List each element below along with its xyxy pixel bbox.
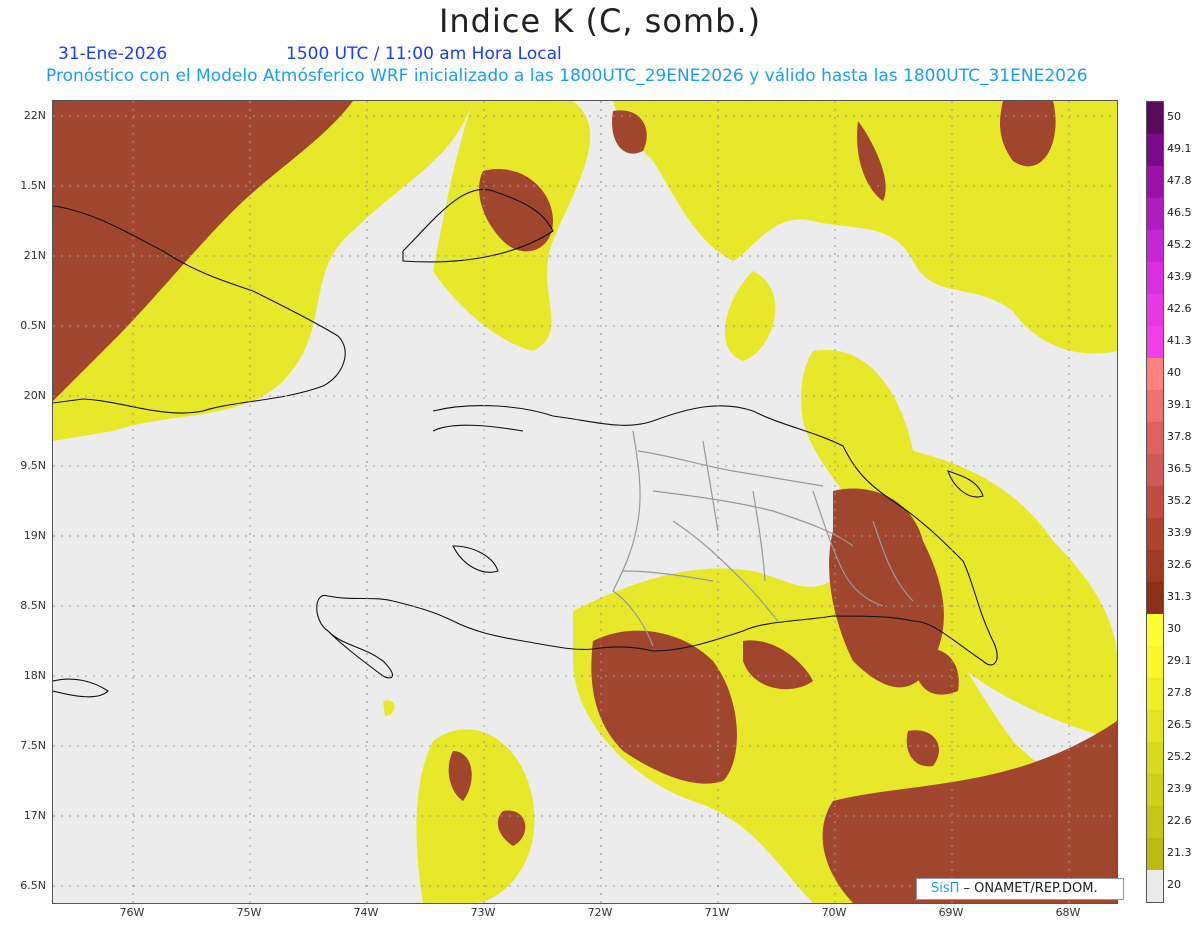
colorbar-label: 42.6 [1167, 302, 1192, 315]
lon-label: 75W [236, 906, 262, 919]
lat-label: 8.5N [20, 599, 46, 612]
lon-label: 74W [353, 906, 379, 919]
colorbar-label: 46.5 [1167, 206, 1192, 219]
lon-label: 76W [119, 906, 145, 919]
colorbar-swatch [1147, 262, 1163, 294]
lon-label: 71W [704, 906, 730, 919]
lat-label: 21N [23, 249, 46, 262]
lat-label: 1.5N [20, 179, 46, 192]
colorbar-label: 22.6 [1167, 814, 1192, 827]
valid-date: 31-Ene-2026 [58, 44, 168, 64]
colorbar-swatch [1147, 454, 1163, 486]
colorbar-label: 40 [1167, 366, 1181, 379]
colorbar-label: 47.8 [1167, 174, 1192, 187]
lon-label: 69W [938, 906, 964, 919]
lat-label: 6.5N [20, 879, 46, 892]
colorbar-label: 31.3 [1167, 590, 1192, 603]
colorbar-swatch [1147, 518, 1163, 550]
colorbar-label: 30 [1167, 622, 1181, 635]
colorbar-label: 39.1 [1167, 398, 1192, 411]
colorbar-swatch [1147, 198, 1163, 230]
colorbar-label: 37.8 [1167, 430, 1192, 443]
map-title: Indice K (C, somb.) [438, 2, 762, 40]
lat-label: 7.5N [20, 739, 46, 752]
colorbar-label: 49.1 [1167, 142, 1192, 155]
colorbar-swatch [1147, 838, 1163, 870]
colorbar-label: 25.2 [1167, 750, 1192, 763]
lat-label: 22N [23, 109, 46, 122]
lat-label: 9.5N [20, 459, 46, 472]
lon-label: 68W [1055, 906, 1081, 919]
colorbar-swatch [1147, 294, 1163, 326]
colorbar-swatch [1147, 710, 1163, 742]
colorbar-label: 32.6 [1167, 558, 1192, 571]
lat-label: 0.5N [20, 319, 46, 332]
credit-brand: SisΠ [931, 881, 960, 896]
colorbar-swatch [1147, 326, 1163, 358]
colorbar-swatch [1147, 134, 1163, 166]
colorbar-label: 41.3 [1167, 334, 1192, 347]
k-index-field [53, 101, 1117, 903]
colorbar-label: 23.9 [1167, 782, 1192, 795]
lat-label: 17N [23, 809, 46, 822]
colorbar-label: 45.2 [1167, 238, 1192, 251]
colorbar-label: 21.3 [1167, 846, 1192, 859]
colorbar-swatch [1147, 774, 1163, 806]
colorbar-label: 26.5 [1167, 718, 1192, 731]
colorbar-swatch [1147, 422, 1163, 454]
forecast-map [52, 100, 1118, 904]
colorbar-swatch [1147, 806, 1163, 838]
lat-label: 19N [23, 529, 46, 542]
colorbar-label: 36.5 [1167, 462, 1192, 475]
colorbar-swatch [1147, 390, 1163, 422]
colorbar-label: 27.8 [1167, 686, 1192, 699]
lon-label: 72W [587, 906, 613, 919]
colorbar-label: 20 [1167, 878, 1181, 891]
colorbar-swatch [1147, 582, 1163, 614]
lat-label: 18N [23, 669, 46, 682]
colorbar-label: 43.9 [1167, 270, 1192, 283]
valid-time: 1500 UTC / 11:00 am Hora Local [286, 44, 562, 64]
colorbar-swatch [1147, 678, 1163, 710]
credit-box: SisΠ – ONAMET/REP.DOM. [916, 878, 1124, 900]
colorbar-label: 50 [1167, 110, 1181, 123]
forecast-description: Pronóstico con el Modelo Atmósferico WRF… [46, 66, 1088, 86]
credit-org: – ONAMET/REP.DOM. [959, 881, 1098, 896]
colorbar-swatch [1147, 870, 1163, 902]
colorbar [1146, 101, 1164, 903]
colorbar-swatch [1147, 230, 1163, 262]
colorbar-swatch [1147, 550, 1163, 582]
colorbar-label: 33.9 [1167, 526, 1192, 539]
colorbar-label: 29.1 [1167, 654, 1192, 667]
colorbar-swatch [1147, 102, 1163, 134]
colorbar-swatch [1147, 646, 1163, 678]
colorbar-label: 35.2 [1167, 494, 1192, 507]
colorbar-swatch [1147, 614, 1163, 646]
lon-label: 73W [470, 906, 496, 919]
colorbar-swatch [1147, 742, 1163, 774]
lat-label: 20N [23, 389, 46, 402]
colorbar-swatch [1147, 358, 1163, 390]
colorbar-swatch [1147, 166, 1163, 198]
colorbar-swatch [1147, 486, 1163, 518]
lon-label: 70W [821, 906, 847, 919]
